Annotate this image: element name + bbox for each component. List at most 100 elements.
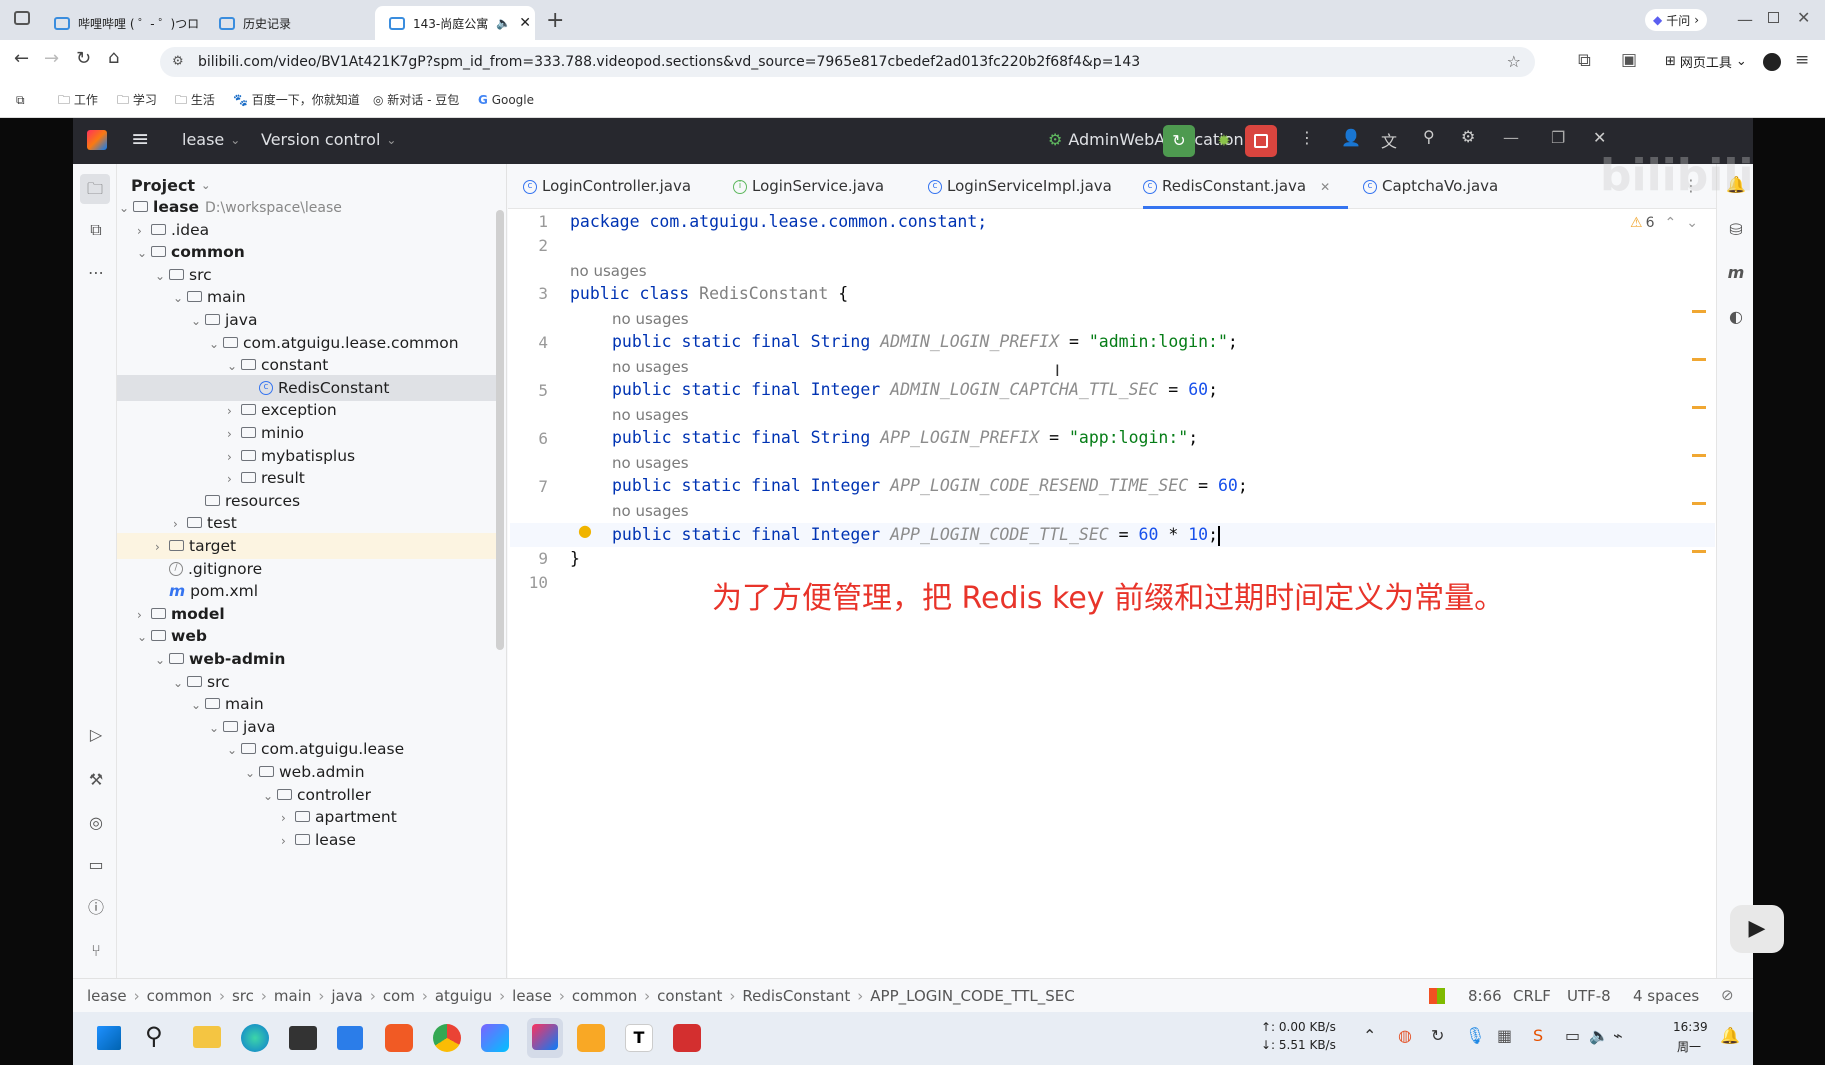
code-line-5[interactable]: public static final Integer ADMIN_LOGIN_… bbox=[612, 379, 1218, 401]
project-tool-icon[interactable]: 🗀 bbox=[80, 174, 110, 204]
line-separator[interactable]: CRLF bbox=[1513, 987, 1551, 1005]
typora-icon[interactable]: T bbox=[625, 1024, 653, 1052]
code-line-8[interactable]: public static final Integer APP_LOGIN_CO… bbox=[612, 524, 1221, 546]
browser-tab-3[interactable]: 143-尚庭公寓 🔈 ✕ bbox=[375, 6, 535, 40]
breadcrumb-item[interactable]: lease bbox=[87, 987, 127, 1005]
usage-hint[interactable]: no usages bbox=[612, 358, 689, 376]
code-line-3[interactable]: public class RedisConstant { bbox=[570, 283, 848, 305]
indent-setting[interactable]: 4 spaces bbox=[1633, 987, 1699, 1005]
speaker-icon[interactable]: 🔈 bbox=[496, 16, 511, 30]
intellij-taskbar-icon[interactable] bbox=[527, 1018, 563, 1058]
play-button[interactable]: ▶ bbox=[1730, 905, 1784, 953]
close-tab-icon[interactable]: ✕ bbox=[1320, 180, 1330, 194]
reload-icon[interactable]: ↻ bbox=[76, 48, 91, 69]
warning-marker[interactable] bbox=[1692, 310, 1706, 313]
structure-icon[interactable]: ⧉ bbox=[85, 219, 107, 241]
warning-marker[interactable] bbox=[1692, 454, 1706, 457]
display-icon[interactable]: ▭ bbox=[1565, 1026, 1580, 1045]
code-line-7[interactable]: public static final Integer APP_LOGIN_CO… bbox=[612, 475, 1248, 497]
ide-close-icon[interactable]: ✕ bbox=[1593, 128, 1606, 147]
tab-captcha-vo[interactable]: c CaptchaVo.java bbox=[1363, 164, 1498, 209]
more-actions-icon[interactable]: ⋮ bbox=[1299, 128, 1315, 147]
tab-actions-icon[interactable] bbox=[14, 11, 30, 25]
project-switcher[interactable]: lease ⌄ bbox=[182, 130, 240, 149]
warning-marker[interactable] bbox=[1692, 502, 1706, 505]
assistant-icon[interactable]: ◐ bbox=[1725, 306, 1747, 328]
chevron-icon[interactable]: › bbox=[281, 828, 295, 854]
ide-minimize-icon[interactable]: — bbox=[1503, 128, 1519, 147]
services-icon[interactable]: ◎ bbox=[85, 812, 107, 834]
code-line-6[interactable]: public static final String APP_LOGIN_PRE… bbox=[612, 427, 1198, 449]
chevron-icon[interactable]: ⌄ bbox=[137, 240, 151, 266]
chevron-icon[interactable]: ⌄ bbox=[119, 195, 133, 221]
chevron-icon[interactable]: ⌄ bbox=[137, 624, 151, 650]
chevron-icon[interactable]: ⌄ bbox=[173, 285, 187, 311]
translate-icon[interactable]: 文 bbox=[1381, 128, 1397, 152]
breadcrumb-item[interactable]: constant bbox=[657, 987, 722, 1005]
maven-icon[interactable]: m bbox=[1725, 262, 1747, 284]
breadcrumb-item[interactable]: RedisConstant bbox=[742, 987, 850, 1005]
new-tab-button[interactable]: + bbox=[546, 8, 564, 33]
minimize-icon[interactable]: — bbox=[1737, 10, 1753, 29]
back-icon[interactable]: ← bbox=[14, 48, 29, 69]
breadcrumb-item[interactable]: com bbox=[383, 987, 415, 1005]
breadcrumb-item[interactable]: APP_LOGIN_CODE_TTL_SEC bbox=[870, 987, 1074, 1005]
tree-scrollbar[interactable] bbox=[496, 210, 504, 650]
tab-login-controller[interactable]: c LoginController.java bbox=[523, 164, 691, 209]
rerun-button[interactable]: ↻ bbox=[1163, 125, 1195, 157]
code-line-4[interactable]: public static final String ADMIN_LOGIN_P… bbox=[612, 331, 1238, 353]
breadcrumb-item[interactable]: common bbox=[572, 987, 637, 1005]
settings-icon[interactable]: ⚙ bbox=[1461, 127, 1475, 146]
screenshot-icon[interactable]: ▣ bbox=[1621, 50, 1637, 70]
tab-login-service-impl[interactable]: c LoginServiceImpl.java bbox=[928, 164, 1112, 209]
caret-position[interactable]: 8:66 bbox=[1468, 987, 1502, 1005]
address-bar[interactable]: ⚙ bilibili.com/video/BV1At421K7gP?spm_id_… bbox=[160, 47, 1535, 77]
browser-tab-2[interactable]: 历史记录 bbox=[205, 6, 375, 40]
site-info-icon[interactable]: ⚙ bbox=[172, 47, 184, 77]
menu-icon[interactable]: ≡ bbox=[1795, 50, 1809, 70]
breadcrumb-item[interactable]: java bbox=[331, 987, 362, 1005]
chevron-icon[interactable]: ⌄ bbox=[227, 737, 241, 763]
usage-hint[interactable]: no usages bbox=[612, 502, 689, 520]
bookmark-google[interactable]: G Google bbox=[478, 82, 534, 118]
start-icon[interactable] bbox=[97, 1026, 121, 1050]
tray-icon[interactable]: ↻ bbox=[1431, 1026, 1444, 1045]
bookmark-baidu[interactable]: 🐾 百度一下，你就知道 bbox=[233, 82, 360, 118]
browser-tab-1[interactable]: 哔哩哔哩 ( ゜- ゜)つロ bbox=[40, 6, 205, 40]
bookmark-doubao[interactable]: ◎ 新对话 - 豆包 bbox=[373, 82, 459, 118]
warning-marker[interactable] bbox=[1692, 358, 1706, 361]
clock-time[interactable]: 16:39 bbox=[1673, 1020, 1708, 1034]
code-line-9[interactable]: } bbox=[570, 548, 580, 570]
terminal-app-icon[interactable] bbox=[289, 1026, 317, 1050]
ide-restore-icon[interactable]: ❐ bbox=[1551, 128, 1565, 147]
chevron-icon[interactable]: ⌄ bbox=[191, 308, 205, 334]
breadcrumb-item[interactable]: lease bbox=[512, 987, 552, 1005]
lock-icon[interactable]: ⊘ bbox=[1721, 986, 1734, 1004]
terminal-icon[interactable]: ▭ bbox=[85, 854, 107, 876]
warning-marker[interactable] bbox=[1692, 550, 1706, 553]
database-icon[interactable]: ⛁ bbox=[1725, 219, 1747, 241]
stop-button[interactable] bbox=[1245, 125, 1277, 157]
tray-icon[interactable]: ▦ bbox=[1497, 1026, 1512, 1045]
code-line-1[interactable]: package com.atguigu.lease.common.constan… bbox=[570, 211, 987, 233]
breadcrumb-item[interactable]: src bbox=[232, 987, 254, 1005]
forward-icon[interactable]: → bbox=[44, 48, 59, 69]
chevron-icon[interactable]: ⌄ bbox=[263, 783, 277, 809]
problems-icon[interactable]: ⓘ bbox=[85, 897, 107, 919]
run-tool-icon[interactable]: ▷ bbox=[85, 724, 107, 746]
breadcrumb-item[interactable]: common bbox=[147, 987, 212, 1005]
close-window-icon[interactable]: ✕ bbox=[1797, 8, 1810, 27]
store-icon[interactable] bbox=[337, 1026, 363, 1050]
chevron-icon[interactable]: ⌄ bbox=[155, 263, 169, 289]
chevron-icon[interactable]: ⌄ bbox=[173, 670, 187, 696]
breadcrumb-item[interactable]: main bbox=[274, 987, 311, 1005]
sublime-icon[interactable] bbox=[577, 1024, 605, 1052]
notification-bell-icon[interactable]: 🔔 bbox=[1720, 1026, 1740, 1045]
apps-icon[interactable]: ⧉ bbox=[16, 82, 25, 118]
file-encoding[interactable]: UTF-8 bbox=[1567, 987, 1611, 1005]
close-icon[interactable]: ✕ bbox=[519, 15, 531, 31]
star-icon[interactable]: ☆ bbox=[1507, 47, 1521, 77]
web-tools-button[interactable]: ⊞ 网页工具 ⌄ bbox=[1665, 52, 1747, 71]
profile-icon[interactable]: 👤 bbox=[1341, 128, 1361, 147]
app-icon[interactable] bbox=[385, 1024, 413, 1052]
